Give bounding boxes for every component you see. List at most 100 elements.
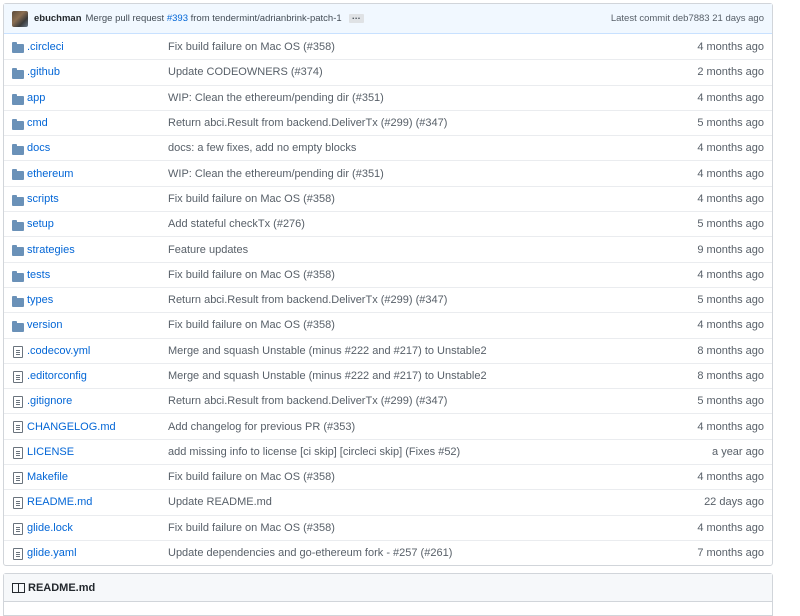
file-commit-message[interactable]: Merge and squash Unstable (minus #222 an…: [168, 370, 487, 382]
file-name-link[interactable]: tests: [27, 269, 50, 281]
readme-title: README.md: [28, 581, 96, 594]
file-name-link[interactable]: Makefile: [27, 471, 68, 483]
file-commit-message[interactable]: add missing info to license [ci skip] [c…: [168, 446, 460, 458]
folder-icon: [12, 321, 25, 333]
file-row: glide.lock Fix build failure on Mac OS (#…: [4, 514, 772, 540]
file-row: docs docs: a few fixes, add no empty bloc…: [4, 135, 772, 160]
file-commit-message[interactable]: Update README.md: [168, 496, 272, 508]
file-name-link[interactable]: .editorconfig: [27, 370, 87, 382]
file-name-link[interactable]: strategies: [27, 244, 75, 256]
file-text-icon: [13, 522, 23, 535]
file-name-link[interactable]: .github: [27, 66, 60, 78]
file-name-link[interactable]: setup: [27, 218, 54, 230]
commit-sha-link[interactable]: deb7883: [673, 13, 710, 24]
folder-icon: [12, 118, 25, 130]
file-row: version Fix build failure on Mac OS (#358…: [4, 312, 772, 337]
file-row: .codecov.yml Merge and squash Unstable (m…: [4, 337, 772, 363]
file-name-link[interactable]: .gitignore: [27, 395, 72, 407]
folder-icon: [12, 144, 25, 156]
commit-author[interactable]: ebuchman: [34, 13, 82, 24]
file-commit-message[interactable]: Add changelog for previous PR (#353): [168, 421, 355, 433]
file-row: Makefile Fix build failure on Mac OS (#35…: [4, 464, 772, 489]
file-row: .github Update CODEOWNERS (#374) 2 months …: [4, 59, 772, 84]
file-commit-message[interactable]: Update dependencies and go-ethereum fork…: [168, 547, 452, 559]
latest-commit-info: Latest commit deb7883 21 days ago: [611, 13, 764, 24]
file-age: 22 days ago: [704, 496, 764, 509]
file-age: 5 months ago: [697, 395, 764, 408]
file-name-link[interactable]: docs: [27, 142, 50, 154]
file-row: .editorconfig Merge and squash Unstable (…: [4, 362, 772, 388]
file-commit-message[interactable]: Fix build failure on Mac OS (#358): [168, 471, 335, 483]
file-list: ebuchman Merge pull request #393 from te…: [3, 3, 773, 567]
file-commit-message[interactable]: Fix build failure on Mac OS (#358): [168, 522, 335, 534]
file-age: 7 months ago: [697, 547, 764, 560]
file-text-icon: [13, 446, 23, 459]
file-row: README.md Update README.md 22 days ago: [4, 489, 772, 514]
file-name-link[interactable]: glide.lock: [27, 522, 73, 534]
file-text-icon: [13, 370, 23, 383]
file-commit-message[interactable]: Fix build failure on Mac OS (#358): [168, 193, 335, 205]
file-name-link[interactable]: LICENSE: [27, 446, 74, 458]
file-commit-message[interactable]: Return abci.Result from backend.DeliverT…: [168, 395, 447, 407]
folder-icon: [12, 194, 25, 206]
file-name-link[interactable]: glide.yaml: [27, 547, 77, 559]
file-name-link[interactable]: app: [27, 92, 45, 104]
commit-message-suffix: from tendermint/adrianbrink-patch-1: [190, 13, 342, 24]
file-name-link[interactable]: version: [27, 319, 62, 331]
file-row: ethereum WIP: Clean the ethereum/pending …: [4, 160, 772, 185]
file-commit-message[interactable]: Merge and squash Unstable (minus #222 an…: [168, 345, 487, 357]
file-commit-message[interactable]: Fix build failure on Mac OS (#358): [168, 41, 335, 53]
folder-icon: [12, 295, 25, 307]
file-name-link[interactable]: .circleci: [27, 41, 64, 53]
file-commit-message[interactable]: Feature updates: [168, 244, 248, 256]
expand-commit-button[interactable]: …: [348, 12, 364, 23]
file-age: 5 months ago: [697, 117, 764, 130]
file-name-link[interactable]: ethereum: [27, 168, 73, 180]
file-commit-message[interactable]: Fix build failure on Mac OS (#358): [168, 269, 335, 281]
file-name-link[interactable]: .codecov.yml: [27, 345, 90, 357]
folder-icon: [12, 93, 25, 105]
file-commit-message[interactable]: Add stateful checkTx (#276): [168, 218, 305, 230]
file-commit-message[interactable]: WIP: Clean the ethereum/pending dir (#35…: [168, 168, 384, 180]
file-age: 4 months ago: [697, 268, 764, 281]
file-age: 4 months ago: [697, 319, 764, 332]
file-name-link[interactable]: types: [27, 294, 53, 306]
file-row: scripts Fix build failure on Mac OS (#358…: [4, 185, 772, 211]
file-age: 2 months ago: [697, 66, 764, 79]
file-text-icon: [13, 547, 23, 560]
file-age: 4 months ago: [697, 167, 764, 180]
book-icon: [12, 582, 25, 593]
file-commit-message[interactable]: WIP: Clean the ethereum/pending dir (#35…: [168, 92, 384, 104]
file-row: setup Add stateful checkTx (#276) 5 months…: [4, 211, 772, 236]
file-row: CHANGELOG.md Add changelog for previous P…: [4, 413, 772, 438]
file-row: tests Fix build failure on Mac OS (#358) 4…: [4, 261, 772, 287]
file-age: a year ago: [712, 445, 764, 458]
folder-icon: [12, 42, 25, 53]
file-commit-message[interactable]: Return abci.Result from backend.DeliverT…: [168, 117, 447, 129]
folder-icon: [12, 68, 25, 80]
file-name-link[interactable]: cmd: [27, 117, 48, 129]
file-age: 4 months ago: [697, 142, 764, 155]
file-row: strategies Feature updates 9 months ago: [4, 236, 772, 261]
file-text-icon: [13, 421, 23, 434]
commit-pr-link[interactable]: #393: [167, 13, 188, 24]
avatar[interactable]: [12, 10, 28, 27]
file-age: 4 months ago: [697, 192, 764, 205]
file-commit-message[interactable]: Return abci.Result from backend.DeliverT…: [168, 294, 447, 306]
file-age: 5 months ago: [697, 218, 764, 231]
commit-message-prefix: Merge pull request: [85, 13, 165, 24]
file-commit-message[interactable]: docs: a few fixes, add no empty blocks: [168, 142, 356, 154]
file-row: types Return abci.Result from backend.Del…: [4, 286, 772, 312]
file-row: .circleci Fix build failure on Mac OS (#3…: [4, 34, 772, 59]
file-age: 8 months ago: [697, 344, 764, 357]
file-name-link[interactable]: scripts: [27, 193, 59, 205]
readme-panel: README.md: [3, 573, 773, 616]
file-commit-message[interactable]: Update CODEOWNERS (#374): [168, 66, 323, 78]
file-name-link[interactable]: CHANGELOG.md: [27, 421, 116, 433]
commit-message[interactable]: Merge pull request #393 from tendermint/…: [86, 13, 342, 24]
latest-commit-label: Latest commit: [610, 13, 670, 24]
file-age: 4 months ago: [697, 521, 764, 534]
file-commit-message[interactable]: Fix build failure on Mac OS (#358): [168, 319, 335, 331]
file-name-link[interactable]: README.md: [27, 496, 92, 508]
folder-icon: [12, 270, 25, 282]
